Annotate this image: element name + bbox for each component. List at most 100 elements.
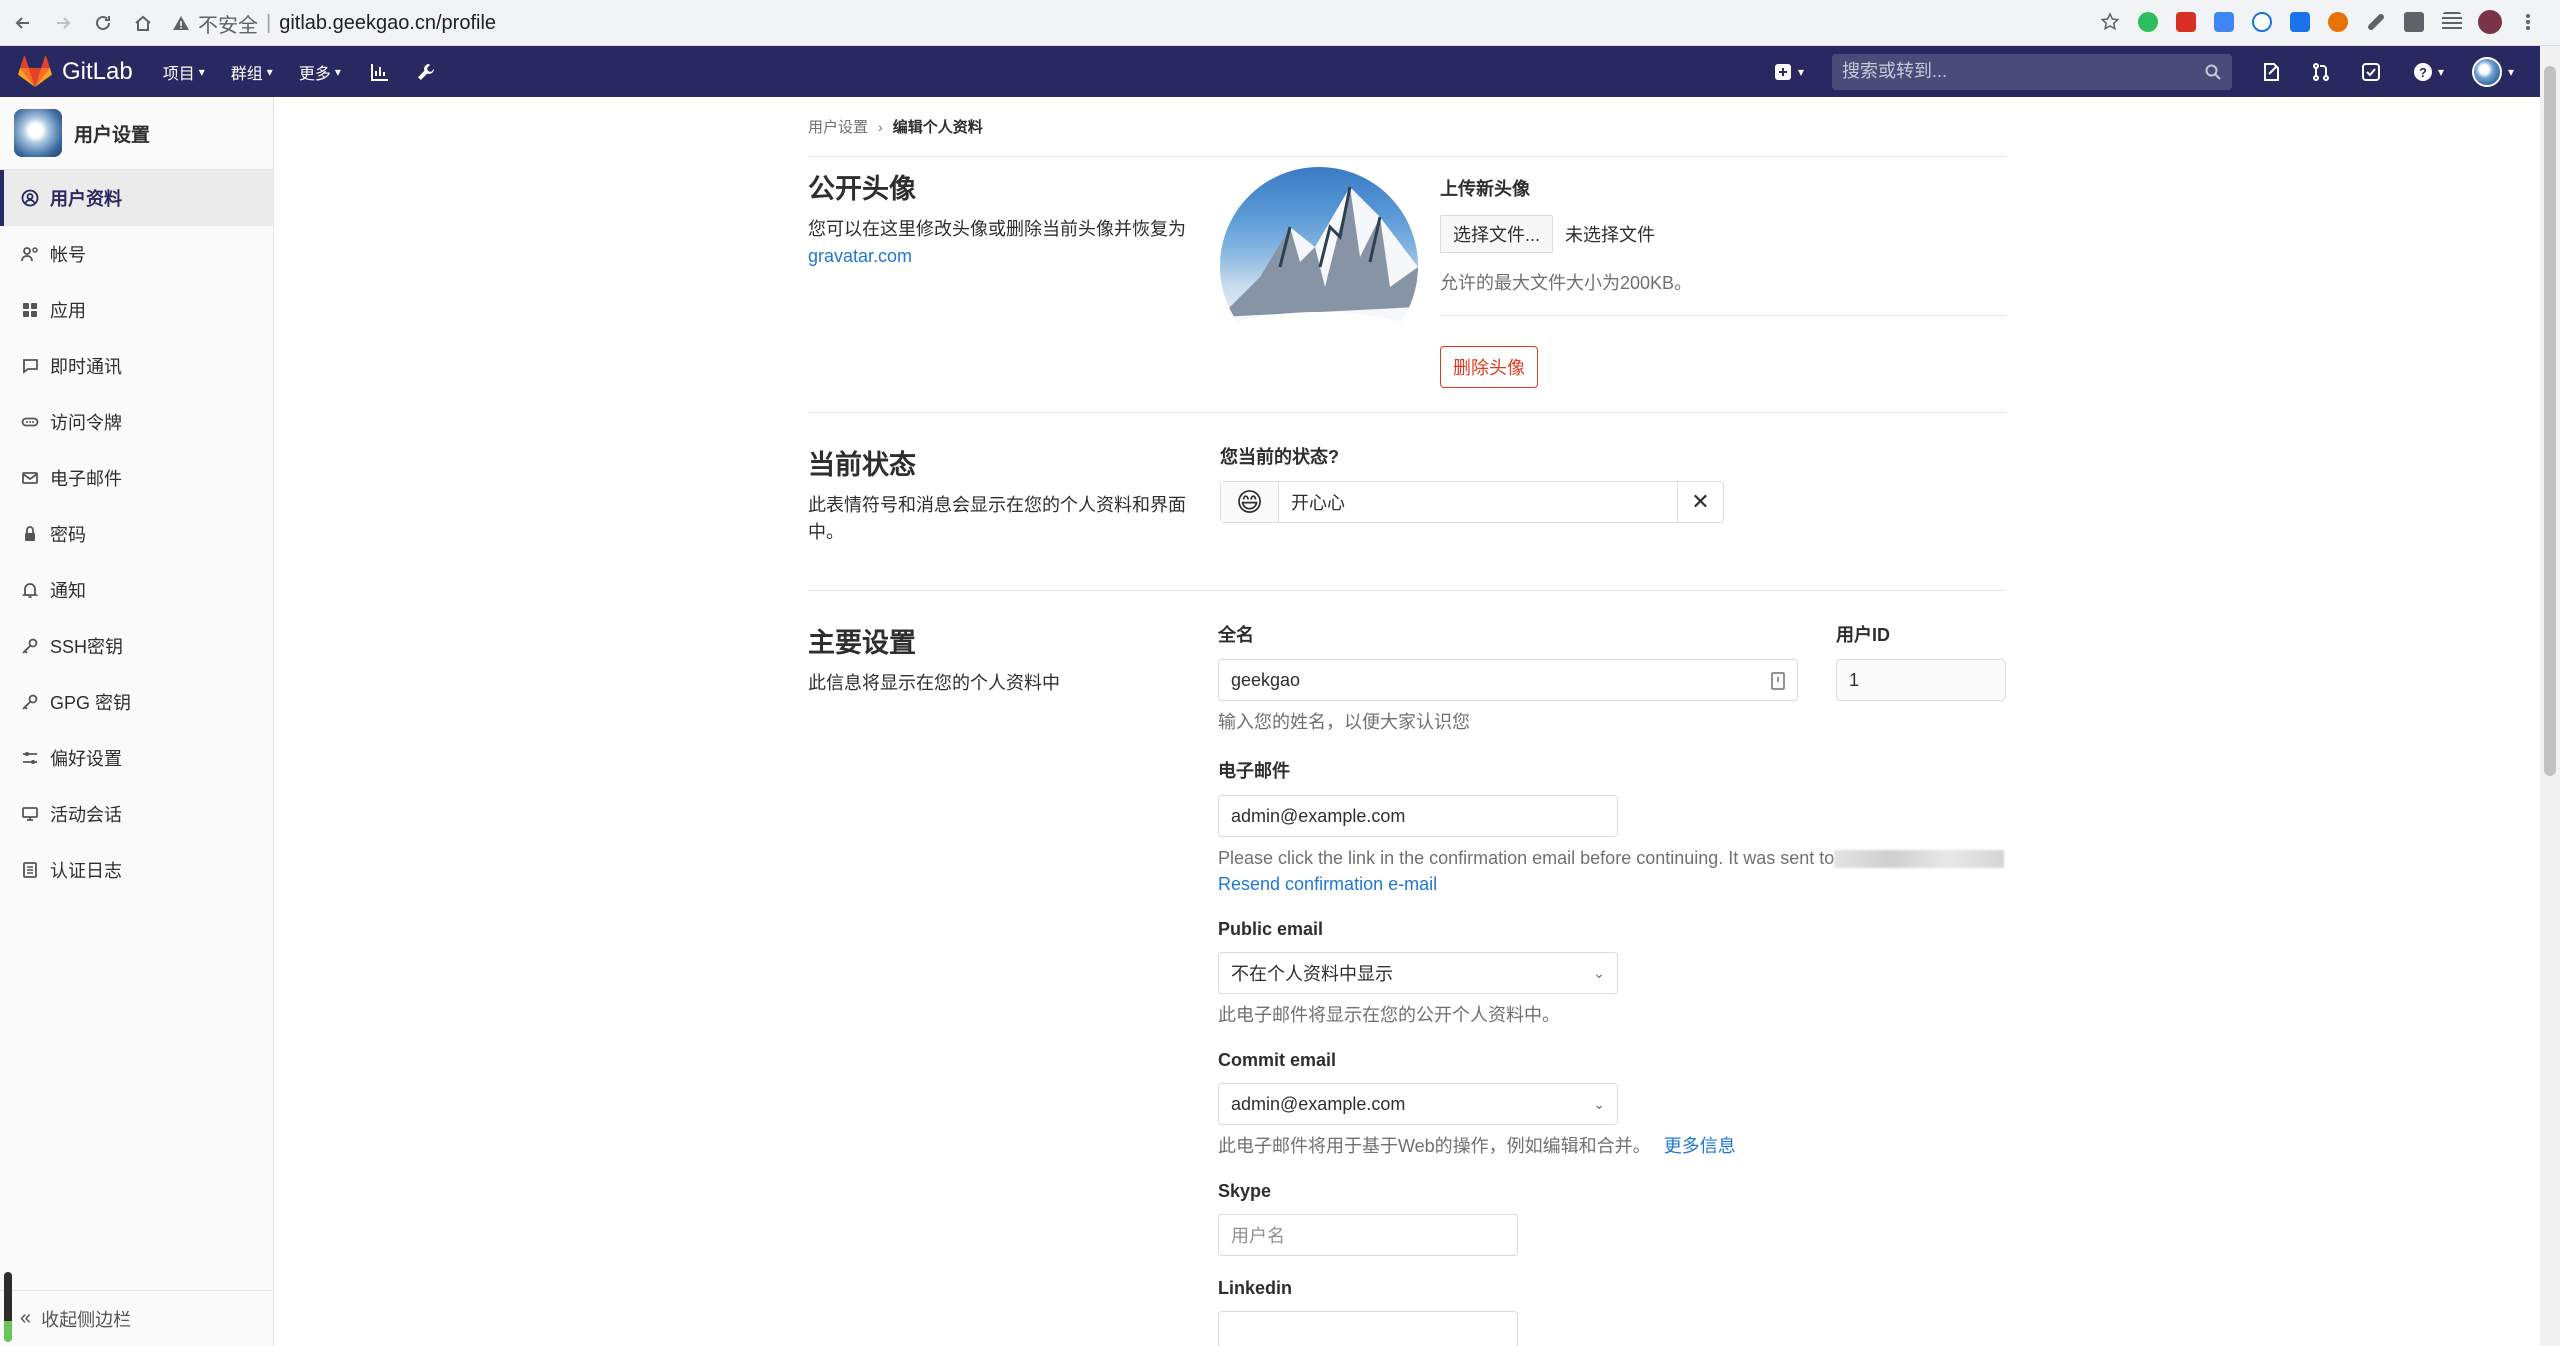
plus-square-icon — [1774, 63, 1791, 80]
new-dropdown[interactable]: ▾ — [1774, 63, 1804, 81]
email-label: 电子邮件 — [1218, 761, 1290, 781]
section-title: 当前状态 — [808, 450, 916, 480]
page-scrollbar[interactable] — [2540, 46, 2560, 1346]
omnibox-separator: | — [266, 11, 272, 34]
sidebar-item-label: 活动会话 — [50, 805, 122, 825]
more-info-link[interactable]: 更多信息 — [1664, 1136, 1736, 1156]
sidebar-item-active-sessions[interactable]: 活动会话 — [0, 786, 273, 842]
chevron-down-icon: ▾ — [1797, 64, 1804, 79]
commit-email-select[interactable]: admin@example.com ⌄ — [1218, 1083, 1618, 1125]
top-menu: 项目 ▾ 群组 ▾ 更多 ▾ — [163, 59, 459, 85]
section-description: 此信息将显示在您的个人资料中 — [808, 673, 1060, 693]
status-message-input[interactable]: 开心心 — [1279, 482, 1677, 522]
sidebar-item-preferences[interactable]: 偏好设置 — [0, 730, 273, 786]
gitlab-logo-text: GitLab — [62, 57, 133, 85]
mail-extension-icon[interactable] — [2172, 8, 2200, 36]
monitor-icon — [20, 804, 40, 824]
browser-toolbar: 不安全 | gitlab.geekgao.cn/profile — [0, 0, 2560, 46]
evernote-icon[interactable] — [2134, 8, 2162, 36]
user-menu[interactable]: ▾ — [2471, 56, 2514, 87]
menu-projects[interactable]: 项目 ▾ — [163, 60, 205, 84]
file-picker: 选择文件... 未选择文件 — [1440, 215, 2006, 253]
menu-more[interactable]: 更多 ▾ — [299, 60, 341, 84]
activity-chart-icon[interactable] — [367, 59, 393, 85]
emoji-picker-button[interactable]: 😄 — [1221, 482, 1279, 522]
address-bar[interactable]: 不安全 | gitlab.geekgao.cn/profile — [172, 6, 2102, 40]
full-name-field[interactable]: geekgao — [1218, 659, 1798, 701]
chrome-menu-icon[interactable] — [2514, 8, 2542, 36]
chevron-down-icon: ⌄ — [1593, 965, 1605, 981]
sidebar-item-auth-log[interactable]: 认证日志 — [0, 842, 273, 898]
svg-text:?: ? — [2419, 65, 2427, 80]
linkedin-field[interactable] — [1218, 1311, 1518, 1346]
sidebar-item-account[interactable]: 帐号 — [0, 226, 273, 282]
clock-icon[interactable] — [2248, 8, 2276, 36]
sidebar-item-gpg-keys[interactable]: GPG 密钥 — [0, 674, 273, 730]
issues-icon[interactable] — [2258, 59, 2284, 85]
back-icon[interactable] — [6, 6, 40, 40]
gitlab-logo[interactable]: GitLab — [18, 55, 133, 88]
sidebar-item-ssh-keys[interactable]: SSH密钥 — [0, 618, 273, 674]
skype-group: Skype 用户名 — [1218, 1181, 2006, 1256]
reading-list-icon[interactable] — [2438, 8, 2466, 36]
resend-confirmation-link[interactable]: Resend confirmation e-mail — [1218, 874, 1437, 894]
sidebar-item-chat[interactable]: 即时通讯 — [0, 338, 273, 394]
menu-groups[interactable]: 群组 ▾ — [231, 60, 273, 84]
extension-icons — [2096, 8, 2542, 36]
user-id-group: 用户ID 1 — [1836, 621, 2006, 735]
sidebar-item-label: 应用 — [50, 301, 86, 321]
status-form: 您当前的状态? 😄 开心心 ✕ — [1220, 443, 2006, 590]
translate-icon[interactable] — [2210, 8, 2238, 36]
admin-wrench-icon[interactable] — [413, 59, 439, 85]
reload-icon[interactable] — [86, 6, 120, 40]
full-name-label: 全名 — [1218, 625, 1254, 645]
remove-avatar-button[interactable]: 删除头像 — [1440, 346, 1538, 388]
applications-icon — [20, 300, 40, 320]
todos-icon[interactable] — [2358, 59, 2384, 85]
home-icon[interactable] — [126, 6, 160, 40]
fox-icon[interactable] — [2324, 8, 2352, 36]
scrollbar-thumb[interactable] — [2544, 66, 2556, 776]
user-id-field: 1 — [1836, 659, 2006, 701]
sidebar-item-notifications[interactable]: 通知 — [0, 562, 273, 618]
eyedropper-icon[interactable] — [2362, 8, 2390, 36]
skype-field[interactable]: 用户名 — [1218, 1214, 1518, 1256]
public-email-select[interactable]: 不在个人资料中显示 ⌄ — [1218, 952, 1618, 994]
clear-status-button[interactable]: ✕ — [1677, 482, 1723, 522]
sidebar-item-label: 电子邮件 — [50, 469, 122, 489]
forward-icon[interactable] — [46, 6, 80, 40]
section-title: 公开头像 — [808, 174, 916, 204]
commit-email-help-text: 此电子邮件将用于基于Web的操作，例如编辑和合并。 — [1218, 1136, 1651, 1156]
sidebar-item-applications[interactable]: 应用 — [0, 282, 273, 338]
bell-icon — [20, 580, 40, 600]
bookmark-star-icon[interactable] — [2096, 8, 2124, 36]
search-input[interactable] — [1841, 61, 2204, 82]
search-box[interactable] — [1831, 53, 2232, 90]
sidebar-item-label: 帐号 — [50, 245, 86, 265]
screenshot-icon[interactable] — [2286, 8, 2314, 36]
profile-avatar-icon[interactable] — [2476, 8, 2504, 36]
breadcrumb-current: 编辑个人资料 — [892, 119, 983, 136]
chevron-down-icon: ▾ — [2437, 64, 2444, 79]
sidebar-item-password[interactable]: 密码 — [0, 506, 273, 562]
password-manager-icon[interactable] — [1771, 672, 1785, 690]
breadcrumb-parent[interactable]: 用户设置 — [808, 116, 868, 137]
choose-file-button[interactable]: 选择文件... — [1440, 215, 1554, 253]
sidebar-item-label: 通知 — [50, 581, 86, 601]
main-settings-info: 主要设置 此信息将显示在您的个人资料中 — [808, 621, 1218, 1346]
sidebar-item-emails[interactable]: 电子邮件 — [0, 450, 273, 506]
sidebar-item-access-tokens[interactable]: 访问令牌 — [0, 394, 273, 450]
help-dropdown[interactable]: ? ▾ — [2408, 59, 2448, 85]
sidebar-title: 用户设置 — [74, 124, 151, 146]
merge-requests-icon[interactable] — [2308, 59, 2334, 85]
sidebar-item-profile[interactable]: 用户资料 — [0, 170, 273, 226]
puzzle-icon[interactable] — [2400, 8, 2428, 36]
settings-sidebar: 用户设置 用户资料 帐号 应用 即时通讯 访问令牌 电子邮件 密码 通知 SSH… — [0, 97, 274, 1346]
menu-projects-label: 项目 — [162, 65, 195, 83]
navbar-right: ▾ ?▾ ▾ — [1774, 46, 2514, 97]
gravatar-link[interactable]: gravatar.com — [808, 246, 912, 266]
tanuki-icon — [18, 55, 52, 87]
collapse-sidebar-button[interactable]: « 收起侧边栏 — [0, 1290, 274, 1346]
sidebar-header[interactable]: 用户设置 — [0, 97, 273, 170]
email-field[interactable]: admin@example.com — [1218, 795, 1618, 837]
